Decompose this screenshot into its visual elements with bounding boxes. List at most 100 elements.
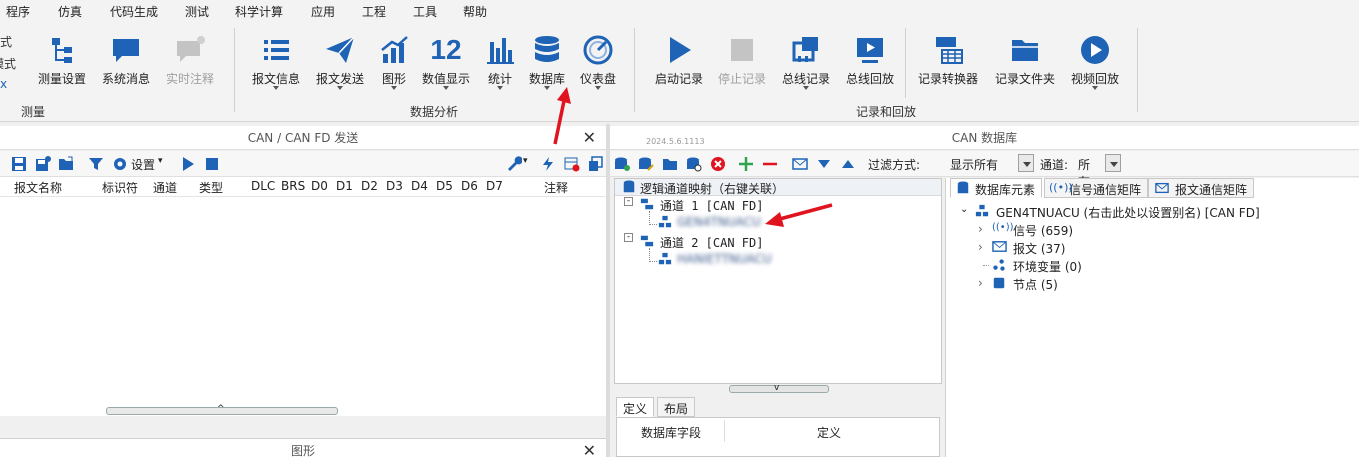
- measure-settings-button[interactable]: 测量设置: [38, 32, 86, 102]
- col-comment[interactable]: 注释: [544, 179, 568, 196]
- menu-simulation[interactable]: 仿真: [58, 3, 82, 20]
- db-add-icon[interactable]: [614, 156, 630, 172]
- tab-layout[interactable]: 布局: [657, 397, 696, 417]
- stop-icon[interactable]: [204, 156, 220, 172]
- col-d7[interactable]: D7: [486, 179, 503, 193]
- start-recording-button[interactable]: 启动记录: [655, 32, 703, 102]
- col-d3[interactable]: D3: [386, 179, 403, 193]
- channel-select[interactable]: 所有: [1074, 154, 1104, 189]
- menu-tools[interactable]: 工具: [413, 3, 437, 20]
- channel-2-database[interactable]: HANIETTNUACU: [677, 252, 772, 266]
- col-d6[interactable]: D6: [461, 179, 478, 193]
- open-folder-icon[interactable]: [58, 156, 74, 172]
- record-folder-button[interactable]: 记录文件夹: [995, 32, 1055, 102]
- col-db-field[interactable]: 数据库字段: [641, 424, 701, 441]
- play-icon[interactable]: [180, 156, 196, 172]
- tree-connector: [649, 211, 657, 225]
- col-d0[interactable]: D0: [311, 179, 328, 193]
- arrow-down-icon[interactable]: [816, 156, 832, 172]
- numeric-display-button[interactable]: 12 数值显示: [422, 32, 470, 102]
- col-d4[interactable]: D4: [411, 179, 428, 193]
- channel-2-node[interactable]: 通道 2 [CAN FD]: [660, 234, 763, 251]
- can-send-grid-body[interactable]: [0, 197, 606, 416]
- chevron-down-icon[interactable]: ⌄: [960, 204, 968, 215]
- channel-1-database[interactable]: GEN4TNUACU: [677, 215, 761, 229]
- menu-codegen[interactable]: 代码生成: [110, 3, 158, 20]
- msg-info-button[interactable]: 报文信息: [252, 32, 300, 102]
- tab-signal-matrix[interactable]: ((•)) 信号通信矩阵: [1044, 178, 1149, 198]
- db-signals-item[interactable]: 信号 (659): [1013, 222, 1073, 239]
- col-d5[interactable]: D5: [436, 179, 453, 193]
- realtime-comment-button[interactable]: 实时注释: [166, 32, 214, 102]
- tab-definition[interactable]: 定义: [616, 397, 655, 417]
- dashboard-button[interactable]: 仪表盘: [576, 32, 620, 102]
- chevron-down-icon[interactable]: ▾: [523, 156, 528, 166]
- horizontal-scrollbar[interactable]: v: [729, 383, 829, 393]
- video-replay-button[interactable]: 视频回放: [1071, 32, 1119, 102]
- menu-help[interactable]: 帮助: [463, 3, 487, 20]
- col-identifier[interactable]: 标识符: [102, 179, 138, 196]
- ribbon-cut-2[interactable]: 模式: [0, 55, 16, 72]
- tab-db-elements[interactable]: 数据库元素: [950, 178, 1043, 198]
- collapse-icon[interactable]: -: [624, 233, 633, 242]
- statistics-button[interactable]: 统计: [478, 32, 522, 102]
- close-icon[interactable]: ✕: [583, 126, 596, 150]
- chevron-right-icon[interactable]: ›: [978, 240, 983, 254]
- close-icon[interactable]: ✕: [583, 439, 596, 457]
- offline-replay-button[interactable]: 总线回放: [846, 32, 894, 102]
- tab-message-matrix[interactable]: 报文通信矩阵: [1148, 178, 1255, 198]
- col-d1[interactable]: D1: [336, 179, 353, 193]
- record-converter-button[interactable]: 记录转换器: [918, 32, 978, 102]
- remove-icon[interactable]: [710, 156, 726, 172]
- menu-science[interactable]: 科学计算: [235, 3, 283, 20]
- db-search-icon[interactable]: [686, 156, 702, 172]
- ribbon-cut-3[interactable]: x: [0, 77, 7, 91]
- channel-1-node[interactable]: 通道 1 [CAN FD]: [660, 197, 763, 214]
- graph-button[interactable]: 图形: [372, 32, 416, 102]
- stop-recording-button[interactable]: 停止记录: [718, 32, 766, 102]
- filter-icon[interactable]: [88, 156, 104, 172]
- menu-apps[interactable]: 应用: [311, 3, 335, 20]
- chevron-right-icon[interactable]: ›: [978, 222, 983, 236]
- plus-icon[interactable]: [738, 156, 754, 172]
- save-icon[interactable]: [11, 156, 27, 172]
- menu-project[interactable]: 工程: [362, 3, 386, 20]
- col-type[interactable]: 类型: [199, 179, 223, 196]
- open-folder-icon[interactable]: [662, 156, 678, 172]
- db-envvars-item[interactable]: 环境变量 (0): [1013, 258, 1082, 275]
- db-root-node[interactable]: GEN4TNUACU (右击此处以设置别名) [CAN FD]: [996, 204, 1260, 221]
- copy-icon[interactable]: [588, 156, 604, 172]
- chevron-down-icon[interactable]: ▾: [158, 156, 163, 166]
- chevron-down-icon[interactable]: [1105, 154, 1121, 172]
- chevron-right-icon[interactable]: ›: [978, 276, 983, 290]
- collapse-icon[interactable]: -: [624, 197, 633, 206]
- db-messages-item[interactable]: 报文 (37): [1013, 240, 1065, 257]
- bus-recording-button[interactable]: 总线记录: [782, 32, 830, 102]
- msg-send-button[interactable]: 报文发送: [316, 32, 364, 102]
- delete-table-icon[interactable]: [564, 156, 580, 172]
- menu-test[interactable]: 测试: [185, 3, 209, 20]
- definition-table[interactable]: 数据库字段 定义: [616, 417, 940, 457]
- arrow-up-icon[interactable]: [840, 156, 856, 172]
- menu-program[interactable]: 程序: [6, 3, 30, 20]
- db-nodes-item[interactable]: 节点 (5): [1013, 276, 1058, 293]
- envelope-icon[interactable]: [792, 156, 808, 172]
- system-messages-button[interactable]: 系统消息: [102, 32, 150, 102]
- horizontal-scrollbar[interactable]: ^: [106, 404, 338, 415]
- save-as-icon[interactable]: [35, 156, 51, 172]
- col-dlc[interactable]: DLC: [251, 179, 275, 193]
- chevron-down-icon[interactable]: [1018, 154, 1034, 172]
- col-d2[interactable]: D2: [361, 179, 378, 193]
- node-icon: [658, 252, 672, 265]
- gear-icon[interactable]: [112, 156, 128, 172]
- col-channel[interactable]: 通道: [153, 179, 177, 196]
- col-definition[interactable]: 定义: [817, 424, 841, 441]
- col-msg-name[interactable]: 报文名称: [14, 179, 62, 196]
- wrench-icon[interactable]: [506, 156, 522, 172]
- db-edit-icon[interactable]: [638, 156, 654, 172]
- col-brs[interactable]: BRS: [281, 179, 305, 193]
- settings-dropdown[interactable]: 设置: [131, 156, 155, 173]
- ribbon-cut-1[interactable]: 式: [0, 33, 12, 50]
- minus-icon[interactable]: [762, 156, 778, 172]
- lightning-icon[interactable]: [540, 156, 556, 172]
